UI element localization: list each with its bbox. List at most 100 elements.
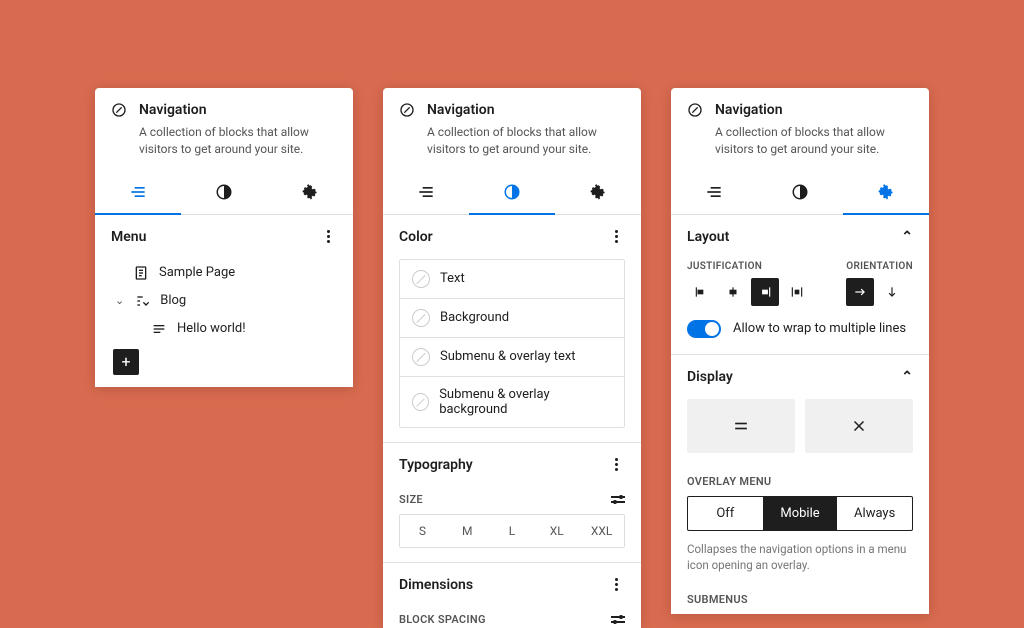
size-xl[interactable]: XL xyxy=(534,515,579,547)
size-l[interactable]: L xyxy=(490,515,535,547)
color-swatch-icon xyxy=(412,270,430,288)
tab-row xyxy=(671,170,929,215)
typography-subhead: SIZE xyxy=(383,487,641,514)
tab-row xyxy=(383,170,641,215)
kebab-menu-icon[interactable] xyxy=(607,230,625,243)
size-xxl[interactable]: XXL xyxy=(579,515,624,547)
justification-label: JUSTIFICATION xyxy=(687,261,811,272)
size-m[interactable]: M xyxy=(445,515,490,547)
tab-styles[interactable] xyxy=(757,170,843,214)
size-options: S M L XL XXL xyxy=(399,514,625,548)
list-item-label: Hello world! xyxy=(177,321,246,336)
orientation-label: ORIENTATION xyxy=(846,261,913,272)
section-typography-header: Typography xyxy=(383,442,641,487)
panel-description: A collection of blocks that allow visito… xyxy=(427,124,625,158)
section-menu-header: Menu xyxy=(95,215,353,259)
tab-list-view[interactable] xyxy=(95,170,181,214)
justify-right-button[interactable] xyxy=(751,278,779,306)
dimensions-subhead: BLOCK SPACING xyxy=(383,607,641,628)
justify-center-button[interactable] xyxy=(719,278,747,306)
overlay-menu-subhead: OVERLAY MENU xyxy=(671,469,929,496)
section-title: Menu xyxy=(111,229,146,245)
overlay-help-text: Collapses the navigation options in a me… xyxy=(671,541,929,587)
color-option-text[interactable]: Text xyxy=(400,260,624,298)
tab-styles[interactable] xyxy=(469,170,555,214)
menu-list: Sample Page ⌄ Blog Hello world! + xyxy=(95,259,353,387)
color-swatch-icon xyxy=(412,393,429,411)
chevron-up-icon: ⌃ xyxy=(901,229,913,245)
add-block-button[interactable]: + xyxy=(113,349,139,375)
overlay-off[interactable]: Off xyxy=(688,497,763,530)
list-item[interactable]: Hello world! xyxy=(107,315,341,343)
display-menu-icon-button[interactable] xyxy=(687,399,795,453)
section-title: Dimensions xyxy=(399,577,473,593)
color-swatch-icon xyxy=(412,348,430,366)
section-title: Layout xyxy=(687,229,729,245)
display-options xyxy=(671,399,929,469)
layout-controls: JUSTIFICATION ORIENTATION xyxy=(671,259,929,318)
size-label: SIZE xyxy=(399,493,423,506)
list-item-label: Sample Page xyxy=(159,265,235,280)
section-display-header[interactable]: Display ⌃ xyxy=(671,354,929,399)
submenus-subhead: SUBMENUS xyxy=(671,587,929,614)
tab-settings[interactable] xyxy=(843,170,929,214)
tab-settings[interactable] xyxy=(267,170,353,214)
tab-list-view[interactable] xyxy=(383,170,469,214)
navigation-block-icon xyxy=(687,102,703,118)
overlay-mobile[interactable]: Mobile xyxy=(763,497,838,530)
list-item-label: Blog xyxy=(160,293,186,308)
panel-styles: Navigation A collection of blocks that a… xyxy=(383,88,641,628)
navigation-block-icon xyxy=(111,102,127,118)
size-s[interactable]: S xyxy=(400,515,445,547)
wrap-toggle[interactable] xyxy=(687,320,721,338)
sliders-icon[interactable] xyxy=(611,616,625,623)
panel-header: Navigation A collection of blocks that a… xyxy=(383,88,641,170)
submenus-label: SUBMENUS xyxy=(687,593,748,606)
overlay-menu-segmented: Off Mobile Always xyxy=(687,496,913,531)
panel-title: Navigation xyxy=(715,102,783,118)
post-icon xyxy=(151,321,167,337)
overlay-always[interactable]: Always xyxy=(837,497,912,530)
wrap-toggle-row: Allow to wrap to multiple lines xyxy=(671,318,929,354)
block-spacing-label: BLOCK SPACING xyxy=(399,613,486,626)
panel-description: A collection of blocks that allow visito… xyxy=(715,124,913,158)
sliders-icon[interactable] xyxy=(611,496,625,503)
submenu-icon xyxy=(134,293,150,309)
wrap-label: Allow to wrap to multiple lines xyxy=(733,321,906,336)
tab-list-view[interactable] xyxy=(671,170,757,214)
section-title: Color xyxy=(399,229,433,245)
kebab-menu-icon[interactable] xyxy=(607,458,625,471)
section-dimensions-header: Dimensions xyxy=(383,562,641,607)
kebab-menu-icon[interactable] xyxy=(607,578,625,591)
list-item[interactable]: Sample Page xyxy=(107,259,341,287)
kebab-menu-icon[interactable] xyxy=(319,230,337,243)
panel-settings: Navigation A collection of blocks that a… xyxy=(671,88,929,614)
color-option-background[interactable]: Background xyxy=(400,298,624,337)
section-title: Display xyxy=(687,369,733,385)
justify-left-button[interactable] xyxy=(687,278,715,306)
overlay-menu-label: OVERLAY MENU xyxy=(687,475,771,488)
section-layout-header[interactable]: Layout ⌃ xyxy=(671,215,929,259)
chevron-down-icon[interactable]: ⌄ xyxy=(115,294,124,307)
page-icon xyxy=(133,265,149,281)
orientation-horizontal-button[interactable] xyxy=(846,278,874,306)
section-title: Typography xyxy=(399,457,473,473)
color-list: Text Background Submenu & overlay text S… xyxy=(399,259,625,428)
list-item[interactable]: ⌄ Blog xyxy=(107,287,341,315)
color-swatch-icon xyxy=(412,309,430,327)
display-close-icon-button[interactable] xyxy=(805,399,913,453)
tab-row xyxy=(95,170,353,215)
color-option-submenu-text[interactable]: Submenu & overlay text xyxy=(400,337,624,376)
panel-description: A collection of blocks that allow visito… xyxy=(139,124,337,158)
orientation-vertical-button[interactable] xyxy=(878,278,906,306)
panel-header: Navigation A collection of blocks that a… xyxy=(95,88,353,170)
tab-styles[interactable] xyxy=(181,170,267,214)
color-option-submenu-bg[interactable]: Submenu & overlay background xyxy=(400,376,624,427)
panel-title: Navigation xyxy=(139,102,207,118)
panel-menu: Navigation A collection of blocks that a… xyxy=(95,88,353,387)
panel-title: Navigation xyxy=(427,102,495,118)
justify-space-between-button[interactable] xyxy=(783,278,811,306)
tab-settings[interactable] xyxy=(555,170,641,214)
section-color-header: Color xyxy=(383,215,641,259)
navigation-block-icon xyxy=(399,102,415,118)
